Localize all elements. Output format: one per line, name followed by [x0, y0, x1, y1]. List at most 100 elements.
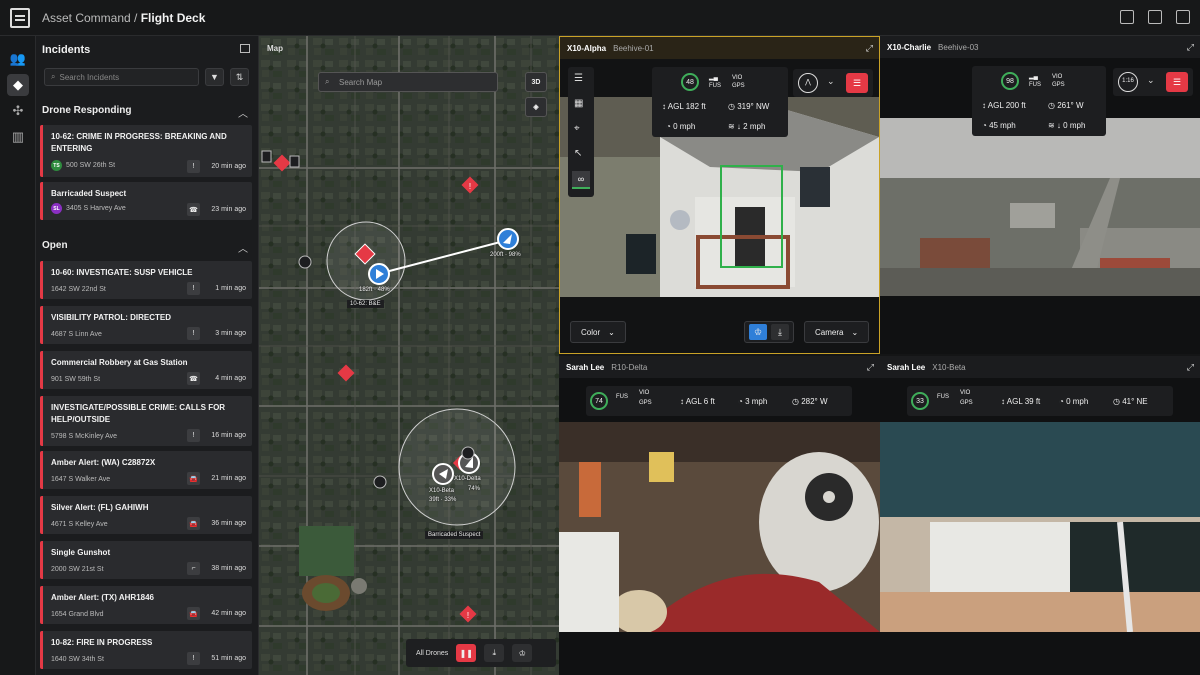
feed-x10-alpha[interactable]: X10-Alpha Beehive-01 ⤢ ☰ ▦ ⌖ ↖ ∞ 48 ▂▄ F… — [559, 36, 880, 354]
map-panel[interactable]: ! ! 182ft · 48% 200ft · 98% 10-62: B&E X… — [259, 36, 559, 675]
drone-name: X10-Charlie — [887, 42, 932, 52]
layout-icon[interactable] — [1120, 10, 1134, 24]
incident-type-icon[interactable]: ☎ — [187, 203, 200, 216]
video-feed[interactable] — [880, 422, 1200, 632]
grid-view-icon[interactable] — [1148, 10, 1162, 24]
incident-type-icon[interactable]: ! — [187, 652, 200, 665]
incident-type-icon[interactable]: ! — [187, 429, 200, 442]
section-open[interactable]: Open — [42, 240, 68, 251]
collapse-panel-icon[interactable] — [240, 44, 250, 53]
drone-nav-icon[interactable]: ✣ — [7, 100, 29, 122]
chevron-up-icon[interactable]: ︿ — [238, 240, 248, 255]
incidents-nav-icon[interactable]: ◆ — [7, 74, 29, 96]
dock-marker[interactable] — [261, 150, 272, 163]
dock-nav-icon[interactable]: ▥ — [7, 126, 29, 148]
police-car-marker[interactable] — [461, 446, 475, 460]
drone-charlie-label: 200ft · 98% — [490, 252, 521, 258]
incident-type-icon[interactable]: 🚘 — [187, 472, 200, 485]
incident-card[interactable]: 10-82: FIRE IN PROGRESS 1640 SW 34th St! 5… — [40, 631, 252, 669]
incident-type-icon[interactable]: ! — [187, 327, 200, 340]
return-to-dock-button[interactable]: ♔ — [512, 644, 533, 662]
filter-icon: ▼ — [210, 72, 219, 82]
incident-card[interactable]: INVESTIGATE/POSSIBLE CRIME: CALLS FOR HE… — [40, 396, 252, 446]
incident-search-input[interactable]: ⌕ Search Incidents — [44, 68, 199, 86]
section-drone-responding[interactable]: Drone Responding — [42, 105, 131, 116]
police-car-marker[interactable] — [298, 255, 312, 269]
incident-address-row: 901 SW 59th St — [51, 376, 100, 383]
incident-address-row: 4687 S Linn Ave — [51, 331, 102, 338]
fullscreen-icon[interactable] — [1176, 10, 1190, 24]
incident-type-icon[interactable]: ! — [187, 160, 200, 173]
dock-return-icon[interactable]: ♔ — [749, 324, 767, 340]
incident-type-icon[interactable]: ☎ — [187, 372, 200, 385]
feed-header: Sarah Lee R10-Delta — [559, 356, 880, 378]
incident-card[interactable]: Barricaded Suspect SL 3405 S Harvey Ave ☎ 23… — [40, 182, 252, 220]
zoom-level[interactable]: 1:16 — [1118, 72, 1138, 92]
operator-name: Sarah Lee — [887, 362, 926, 372]
expand-icon[interactable]: ⤢ — [866, 43, 873, 54]
zoom-icon[interactable]: ⌖ — [574, 123, 580, 134]
incident-card[interactable]: Amber Alert: (TX) AHR1846 1654 Grand Blvd… — [40, 586, 252, 624]
map-search-input[interactable]: ⌕ Search Map — [318, 72, 498, 92]
binoculars-icon[interactable]: ∞ — [572, 171, 590, 189]
incident-type-icon[interactable]: 🚘 — [187, 607, 200, 620]
incident-card[interactable]: 10-62: CRIME IN PROGRESS: BREAKING AND E… — [40, 125, 252, 177]
fus-label: FUS — [937, 394, 949, 400]
download-icon[interactable]: ⤓ — [771, 324, 789, 340]
emergency-stop-button[interactable]: ☰ — [1166, 72, 1188, 92]
drone-marker-beta[interactable] — [432, 463, 454, 485]
dock-marker[interactable] — [289, 155, 300, 168]
heading-value: 261° W — [1057, 101, 1084, 110]
feed-x10-beta[interactable]: Sarah Lee X10-Beta ⤢ 33 FUS VIO GPS ↕ AG… — [880, 356, 1200, 675]
land-all-button[interactable]: ⤓ — [484, 644, 505, 662]
police-car-marker[interactable] — [373, 475, 387, 489]
video-feed[interactable] — [880, 118, 1200, 296]
incident-card[interactable]: Commercial Robbery at Gas Station 901 SW … — [40, 351, 252, 389]
incident-card[interactable]: Silver Alert: (FL) GAHIWH 4671 S Kelley A… — [40, 496, 252, 534]
incident-address: 2000 SW 21st St — [51, 566, 104, 573]
users-icon[interactable]: 👥 — [7, 48, 29, 70]
sliders-icon[interactable]: ☰ — [574, 73, 583, 84]
expand-icon[interactable]: ⤢ — [867, 362, 874, 373]
feed-r10-delta[interactable]: Sarah Lee R10-Delta ⤢ 74 FUS VIO GPS ↕ A… — [559, 356, 880, 675]
fus-label: FUS — [709, 83, 721, 89]
signal-icon: ▂▄ — [1029, 74, 1038, 80]
camera-dropdown[interactable]: Camera ⌄ — [804, 321, 870, 343]
incident-type-icon[interactable]: ⌐ — [187, 562, 200, 575]
sort-button[interactable]: ⇅ — [230, 68, 249, 86]
toggle-3d-button[interactable]: 3D — [525, 72, 547, 92]
expand-icon[interactable]: ⤢ — [1187, 362, 1194, 373]
feed-x10-charlie[interactable]: X10-Charlie Beehive-03 ⤢ 98 ▂▄ FUS VIO G… — [880, 36, 1200, 354]
emergency-stop-button[interactable]: ☰ — [846, 73, 868, 93]
wind-value: 0 mph — [1063, 121, 1086, 130]
pause-all-button[interactable]: ❚❚ — [456, 644, 477, 662]
chevron-down-icon[interactable]: ⌄ — [827, 76, 835, 87]
incident-card[interactable]: 10-60: INVESTIGATE: SUSP VEHICLE 1642 SW … — [40, 261, 252, 299]
chevron-up-icon[interactable]: ︿ — [238, 105, 248, 120]
chevron-down-icon[interactable]: ⌄ — [1147, 75, 1155, 86]
app-logo-icon[interactable] — [10, 7, 30, 28]
filter-button[interactable]: ▼ — [205, 68, 224, 86]
layers-button[interactable]: ◈ — [525, 97, 547, 117]
drone-marker-alpha[interactable] — [368, 263, 390, 285]
breadcrumb-org[interactable]: Asset Command — [42, 11, 131, 25]
altitude-readout: ↕ AGL 182 ft — [662, 102, 706, 111]
incident-address: 5798 S McKinley Ave — [51, 433, 118, 440]
incident-card[interactable]: Single Gunshot 2000 SW 21st St ⌐ 38 min ago — [40, 541, 252, 579]
map-canvas[interactable]: ! ! — [259, 36, 559, 675]
feed-header: X10-Charlie Beehive-03 — [880, 36, 1200, 58]
detection-box[interactable] — [720, 165, 783, 268]
color-dropdown[interactable]: Color ⌄ — [570, 321, 626, 343]
incident-address-row: 1640 SW 34th St — [51, 656, 104, 663]
search-icon: ⌕ — [325, 77, 330, 86]
incident-card[interactable]: VISIBILITY PATROL: DIRECTED 4687 S Linn A… — [40, 306, 252, 344]
incident-type-icon[interactable]: 🚘 — [187, 517, 200, 530]
pointer-icon[interactable]: ↖ — [574, 148, 582, 159]
incident-card[interactable]: Amber Alert: (WA) C28872X 1647 S Walker A… — [40, 451, 252, 489]
drone-marker-charlie[interactable] — [497, 228, 519, 250]
video-feed[interactable] — [559, 422, 880, 632]
incident-type-icon[interactable]: ! — [187, 282, 200, 295]
mode-dial-icon[interactable]: ⋀ — [798, 73, 818, 93]
expand-icon[interactable]: ⤢ — [1187, 42, 1194, 53]
grid-icon[interactable]: ▦ — [574, 98, 583, 109]
